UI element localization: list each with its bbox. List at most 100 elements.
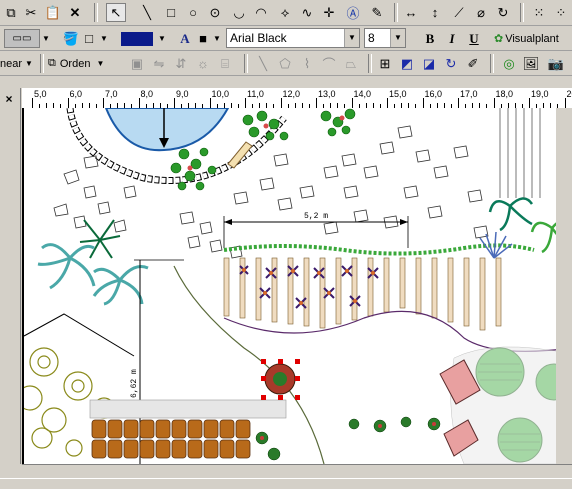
line-edit-icon[interactable]: ╲ xyxy=(254,54,272,73)
ruler-major-tick xyxy=(68,98,69,108)
line-style-icon[interactable]: ▭▭ xyxy=(4,29,40,48)
chevron-down-icon[interactable]: ▼ xyxy=(156,29,168,48)
ruler-major-tick xyxy=(174,98,175,108)
vertical-dimension-icon[interactable]: ↕ xyxy=(426,3,444,22)
rotate-icon[interactable]: ↻ xyxy=(494,3,512,22)
bring-front-icon[interactable]: ◩ xyxy=(398,54,416,73)
node-edit-icon[interactable]: ⌇ xyxy=(298,54,316,73)
target-icon[interactable]: ◎ xyxy=(500,54,518,73)
gravel-strip xyxy=(90,400,286,418)
ruler-label: 13,0 xyxy=(318,89,336,99)
chevron-down-icon[interactable]: ▼ xyxy=(212,29,222,48)
font-size-select[interactable]: 8 ▼ xyxy=(364,28,406,48)
sun-icon[interactable]: ☼ xyxy=(194,54,212,73)
ruler-label: 12,0 xyxy=(283,89,301,99)
ruler-major-tick xyxy=(529,98,530,108)
horizontal-scrollbar[interactable] xyxy=(22,464,572,479)
ruler-label: 14,0 xyxy=(354,89,372,99)
grid-options-icon[interactable]: ⁘ xyxy=(552,3,570,22)
photo-icon[interactable]: 🖼 xyxy=(522,54,540,73)
freehand-tool-icon[interactable]: ∿ xyxy=(298,3,316,22)
arc2-tool-icon[interactable]: ◠ xyxy=(252,3,270,22)
rotate-object-icon[interactable]: ↻ xyxy=(442,54,460,73)
chevron-down-icon[interactable]: ▼ xyxy=(40,29,52,48)
measure-icon[interactable]: ⟋ xyxy=(450,3,468,22)
selected-shrub-center xyxy=(273,372,287,386)
close-icon[interactable]: × xyxy=(2,92,16,106)
arc-tool-icon[interactable]: ◡ xyxy=(230,3,248,22)
chevron-down-icon[interactable]: ▼ xyxy=(98,29,110,48)
right-panel-edge xyxy=(556,108,572,464)
group-icon[interactable]: ⊞ xyxy=(376,54,394,73)
separator xyxy=(94,3,98,22)
cut-icon[interactable]: ✂ xyxy=(22,3,40,22)
font-size-value: 8 xyxy=(368,31,375,45)
send-back-icon[interactable]: ◪ xyxy=(420,54,438,73)
camera-icon[interactable]: 📷 xyxy=(546,54,566,73)
delete-icon[interactable]: ✕ xyxy=(66,3,84,22)
ruler-major-tick xyxy=(103,98,104,108)
text-color-icon[interactable]: A xyxy=(178,29,192,48)
copy-icon[interactable]: ⧉ xyxy=(2,3,20,22)
polyline-tool-icon[interactable]: ⟡ xyxy=(276,3,294,22)
chevron-down-icon[interactable]: ▼ xyxy=(390,29,405,47)
flip-icon[interactable]: ⇋ xyxy=(150,54,168,73)
smooth-icon[interactable]: ⌒ xyxy=(320,54,338,73)
ruler-label: 11,0 xyxy=(247,89,264,99)
image-icon[interactable]: ▣ xyxy=(128,54,146,73)
dimension-label-height: 6,62 m xyxy=(130,369,139,398)
font-family-select[interactable]: Arial Black ▼ xyxy=(226,28,360,48)
right-fence xyxy=(500,108,540,198)
text-color-swatch[interactable]: ■ xyxy=(196,29,210,48)
separator xyxy=(368,54,372,73)
dimension-arrow xyxy=(224,219,232,225)
ruler-major-tick xyxy=(316,98,317,108)
side-panel xyxy=(0,88,21,464)
chevron-down-icon[interactable]: ▼ xyxy=(24,54,34,73)
pen-tool-icon[interactable]: ✎ xyxy=(368,3,386,22)
brick-paving xyxy=(92,420,250,458)
horizontal-ruler: 5,06,07,08,09,010,011,012,013,014,015,01… xyxy=(22,88,572,109)
brush-icon[interactable]: ✐ xyxy=(464,54,482,73)
visualplant-button[interactable]: ✿ Visualplant xyxy=(494,29,572,48)
separator xyxy=(244,54,248,73)
order-label: Orden xyxy=(60,58,91,70)
order-button[interactable]: ⧉ Orden ▼ xyxy=(48,54,120,73)
separator xyxy=(490,54,494,73)
ruler-major-tick xyxy=(139,98,140,108)
fill-bucket-icon[interactable]: 🪣 xyxy=(62,29,80,48)
font-family-value: Arial Black xyxy=(230,31,287,45)
underline-button[interactable]: U xyxy=(466,29,482,48)
align-icon[interactable]: ⌸ xyxy=(216,54,234,73)
linear-label: near xyxy=(0,54,22,73)
line-color-swatch[interactable] xyxy=(120,29,154,48)
grid-icon[interactable]: ⁙ xyxy=(530,3,548,22)
ruler-major-tick xyxy=(565,98,566,108)
chevron-down-icon[interactable]: ▼ xyxy=(344,29,359,47)
bold-button[interactable]: B xyxy=(422,29,438,48)
plant-icon: ✿ xyxy=(494,32,503,45)
text-tool-icon[interactable]: Ⓐ xyxy=(344,3,362,22)
ruler-major-tick xyxy=(245,98,246,108)
ruler-label: 19,0 xyxy=(531,89,549,99)
italic-button[interactable]: I xyxy=(444,29,460,48)
paste-icon[interactable]: 📋 xyxy=(44,3,62,22)
garden-plan: 5,2 m xyxy=(24,108,572,464)
ellipse-tool-icon[interactable]: ○ xyxy=(184,3,202,22)
ruler-label: 10,0 xyxy=(212,89,230,99)
diameter-icon[interactable]: ⌀ xyxy=(472,3,490,22)
horizontal-dimension-icon[interactable]: ↔ xyxy=(402,3,420,22)
drawing-canvas[interactable]: 5,2 m xyxy=(24,108,572,464)
circle-center-tool-icon[interactable]: ⊙ xyxy=(206,3,224,22)
polygon-edit-icon[interactable]: ⬠ xyxy=(276,54,294,73)
fill-color-icon[interactable]: □ xyxy=(82,29,96,48)
point-tool-icon[interactable]: ✛ xyxy=(320,3,338,22)
rectangle-tool-icon[interactable]: □ xyxy=(162,3,180,22)
dimension-label-width: 5,2 m xyxy=(304,212,328,221)
ruler-label: 15,0 xyxy=(389,89,407,99)
ruler-major-tick xyxy=(458,98,459,108)
mirror-icon[interactable]: ⇵ xyxy=(172,54,190,73)
shape-edit-icon[interactable]: ⏢ xyxy=(342,54,360,73)
line-tool-icon[interactable]: ╲ xyxy=(138,3,156,22)
select-arrow-icon[interactable]: ↖ xyxy=(106,3,126,22)
